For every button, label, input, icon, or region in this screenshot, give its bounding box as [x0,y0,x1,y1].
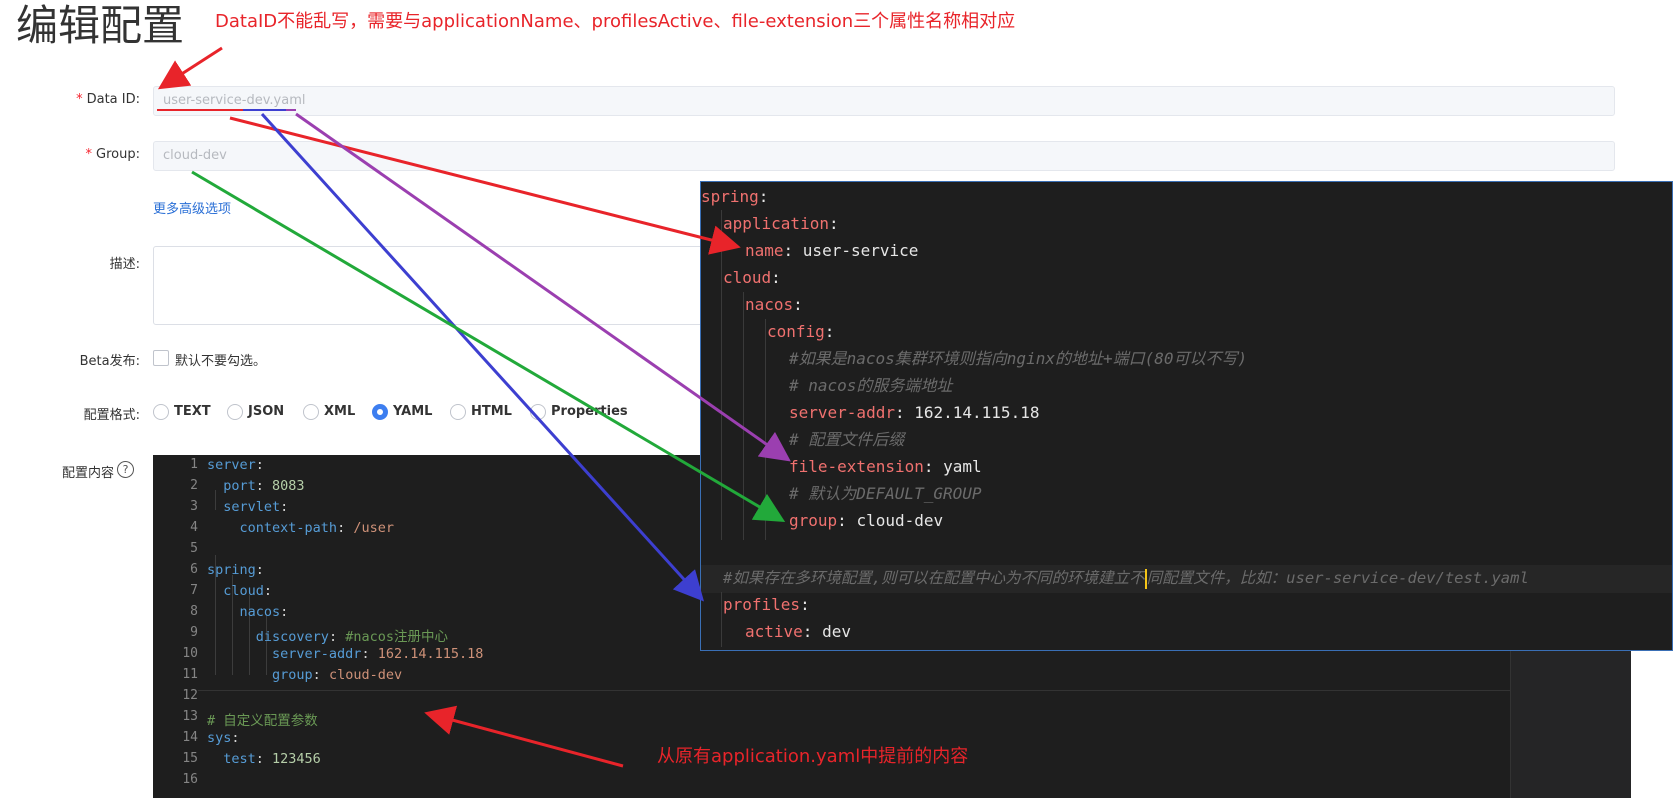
line-number: 6 [190,562,198,577]
data-id-label: * Data ID: [0,92,140,107]
content-label: 配置内容 [62,466,115,481]
arrow-red-name [229,116,741,255]
annotation-top: DataID不能乱写，需要与applicationName、profilesAc… [215,11,1016,32]
yaml-line: nacos: [745,295,803,314]
data-id-label-text: Data ID: [86,92,140,107]
code-line: group: cloud-dev [272,667,403,683]
line-number: 9 [190,625,198,640]
beta-label: Beta发布: [79,354,140,369]
description-label: 描述: [109,257,140,272]
beta-checkbox[interactable] [153,350,169,366]
format-html-label: HTML [471,404,512,419]
line-number: 1 [190,457,198,472]
format-radio-xml[interactable] [303,404,319,420]
code-line: nacos: [239,604,289,620]
code-line: # 自定义配置参数 [207,713,318,729]
data-id-input[interactable]: user-service-dev.yaml [153,86,1615,116]
yaml-line: file-extension: yaml [789,457,982,476]
page-title: 编辑配置 [16,1,185,50]
format-radio-text[interactable] [153,404,169,420]
line-number: 7 [190,583,198,598]
code-line: server: [207,457,264,473]
line-number: 2 [190,478,198,493]
code-line: server-addr: 162.14.115.18 [272,646,484,662]
yaml-line: config: [767,322,835,341]
arrow-red-title [157,46,223,90]
yaml-comment: # 默认为DEFAULT_GROUP [789,484,982,503]
yaml-comment: #如果存在多环境配置,则可以在配置中心为不同的环境建立不 同配置文件，比如：use… [723,568,1529,589]
yaml-overlay-panel: spring: application: name: user-service … [700,181,1673,651]
code-line: discovery: #nacos注册中心 [255,629,448,645]
yaml-comment: # 配置文件后缀 [789,430,905,449]
format-text-label: TEXT [174,404,211,419]
yaml-comment: # nacos的服务端地址 [789,376,953,395]
line-number: 11 [182,667,198,682]
code-line: cloud: [223,583,273,599]
required-mark: * [85,147,93,162]
annotation-bottom: 从原有application.yaml中提前的内容 [657,746,969,767]
code-line: context-path: /user [239,520,394,536]
code-line: servlet: [223,499,289,515]
line-number: 13 [182,709,198,724]
yaml-line: spring: [701,187,769,206]
help-icon[interactable]: ? [117,461,134,478]
code-line: sys: [207,730,240,746]
line-number: 8 [190,604,198,619]
line-number: 4 [190,520,198,535]
format-yaml-label: YAML [393,404,433,419]
format-radio-json[interactable] [227,404,243,420]
yaml-line: server-addr: 162.14.115.18 [789,403,1040,422]
comment-part: 同配置文件，比如：user-service-dev/test.yaml [1146,569,1529,587]
beta-checkbox-text: 默认不要勾选。 [175,354,267,369]
line-number: 14 [182,730,198,745]
line-number: 10 [182,646,198,661]
group-label: * Group: [0,147,140,162]
format-radio-yaml[interactable] [372,404,388,420]
group-label-text: Group: [96,147,140,162]
yaml-comment: #如果是nacos集群环境则指向nginx的地址+端口(80可以不写) [789,349,1248,368]
line-number: 16 [182,772,198,787]
yaml-line: group: cloud-dev [789,511,944,530]
required-mark: * [76,92,83,107]
format-radio-html[interactable] [450,404,466,420]
comment-part: #如果存在多环境配置,则可以在配置中心为不同的环境建立不 [723,569,1145,587]
yaml-line: cloud: [723,268,781,287]
group-input[interactable]: cloud-dev [153,141,1615,171]
advanced-options-link[interactable]: 更多高级选项 [153,198,231,217]
line-number: 3 [190,499,198,514]
format-json-label: JSON [248,404,285,419]
line-number: 15 [182,751,198,766]
line-number: 12 [182,688,198,703]
format-properties-label: Properties [551,404,628,419]
format-xml-label: XML [324,404,356,419]
format-radio-properties[interactable] [530,404,546,420]
yaml-line: name: user-service [745,241,919,260]
code-line: test: 123456 [223,751,321,767]
code-line: spring: [207,562,264,578]
line-number: 5 [190,541,198,556]
yaml-line: active: dev [745,622,851,641]
yaml-line: application: [723,214,839,233]
yaml-line: profiles: [723,595,810,614]
code-line: port: 8083 [223,478,305,494]
format-label: 配置格式: [83,408,140,423]
